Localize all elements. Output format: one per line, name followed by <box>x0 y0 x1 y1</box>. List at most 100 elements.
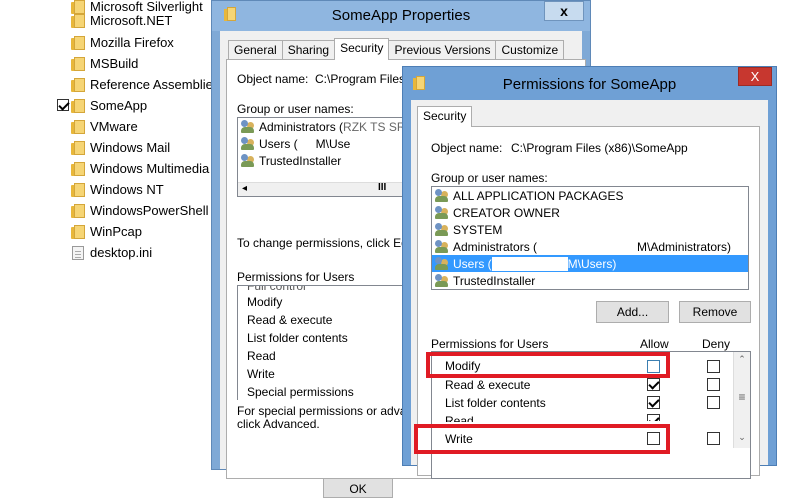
list-divider <box>237 285 238 400</box>
folder-icon <box>71 161 85 176</box>
tab-customize[interactable]: Customize <box>495 40 565 60</box>
tree-item[interactable]: Microsoft.NET <box>54 10 214 31</box>
security-tab-page: Object name: C:\Program Files (x86)\Some… <box>417 126 760 479</box>
deny-list-folder-checkbox[interactable] <box>707 396 720 409</box>
permissions-label: Permissions for Users <box>431 337 549 351</box>
users-icon <box>435 257 449 270</box>
users-icon <box>241 154 255 167</box>
group-label: Group or user names: <box>431 171 548 185</box>
perm-list-folder: List folder contents <box>445 396 546 410</box>
group-label: Group or user names: <box>237 102 354 116</box>
perm-read-execute: Read & execute <box>247 313 333 327</box>
close-button[interactable]: X <box>738 67 772 86</box>
deny-header: Deny <box>702 337 731 351</box>
users-icon <box>435 274 449 287</box>
allow-write-checkbox[interactable] <box>647 432 660 445</box>
deny-read-execute-checkbox[interactable] <box>707 378 720 391</box>
folder-icon <box>71 35 85 50</box>
list-item[interactable]: Administrators (M\Administrators) <box>432 238 748 255</box>
tree-item[interactable]: MSBuild <box>54 53 214 74</box>
ok-button[interactable]: OK <box>323 478 393 498</box>
explorer-tree: Microsoft Silverlight Microsoft.NET Mozi… <box>0 0 215 456</box>
tree-item[interactable]: WinPcap <box>54 221 214 242</box>
close-button[interactable]: x <box>544 1 584 21</box>
folder-icon <box>71 56 85 71</box>
perm-modify: Modify <box>247 295 283 309</box>
users-icon <box>435 189 449 202</box>
folder-icon <box>71 182 85 197</box>
group-listbox[interactable]: ALL APPLICATION PACKAGES CREATOR OWNER S… <box>431 186 749 290</box>
scroll-grip-icon[interactable]: ≡ <box>734 390 750 404</box>
folder-icon <box>71 119 85 134</box>
tree-item[interactable]: Mozilla Firefox <box>54 32 214 53</box>
folder-icon <box>71 203 85 218</box>
special-text-2: click Advanced. <box>237 417 320 431</box>
permissions-label: Permissions for Users <box>237 270 355 284</box>
permissions-dialog: Permissions for SomeApp X Security Objec… <box>402 66 777 479</box>
perm-write: Write <box>445 432 473 446</box>
list-item-selected[interactable]: Users (M\Users) <box>432 255 748 272</box>
object-name-value: C:\Program Files (x86)\SomeApp <box>511 141 688 155</box>
tree-item-someapp[interactable]: SomeApp <box>54 95 214 116</box>
tab-security[interactable]: Security <box>334 38 390 60</box>
change-permissions-text: To change permissions, click Edit. <box>237 236 418 250</box>
object-name-label: Object name: <box>431 141 503 155</box>
scroll-down-icon[interactable]: ⌄ <box>734 432 750 443</box>
deny-write-checkbox[interactable] <box>707 432 720 445</box>
remove-button[interactable]: Remove <box>679 301 751 323</box>
permissions-list: Modify Read & execute List folder conten… <box>431 351 751 479</box>
tree-item[interactable]: desktop.ini <box>54 242 214 263</box>
vertical-scrollbar[interactable]: ⌃ ≡ ⌄ <box>733 352 750 448</box>
tree-item[interactable]: Windows Multimedia Platform <box>54 158 214 179</box>
list-item[interactable]: SYSTEM <box>432 221 748 238</box>
deny-modify-checkbox[interactable] <box>707 360 720 373</box>
users-icon <box>435 240 449 253</box>
file-icon <box>72 245 84 260</box>
users-icon <box>435 223 449 236</box>
allow-read-checkbox[interactable] <box>647 414 660 421</box>
allow-modify-checkbox[interactable] <box>647 360 660 373</box>
tab-previous-versions[interactable]: Previous Versions <box>388 40 497 60</box>
scroll-grip-icon[interactable]: III <box>378 182 386 193</box>
perm-read: Read <box>445 414 474 428</box>
tab-general[interactable]: General <box>228 40 283 60</box>
users-icon <box>241 120 255 133</box>
item-checkbox[interactable] <box>57 99 69 111</box>
scroll-up-icon[interactable]: ⌃ <box>734 354 750 365</box>
object-name-label: Object name: <box>237 72 309 86</box>
perm-list-folder: List folder contents <box>247 331 348 345</box>
folder-icon <box>71 13 85 28</box>
list-item[interactable]: TrustedInstaller <box>432 272 748 289</box>
object-name-value: C:\Program Files <box>315 72 406 86</box>
list-item[interactable]: ALL APPLICATION PACKAGES <box>432 187 748 204</box>
allow-list-folder-checkbox[interactable] <box>647 396 660 409</box>
tree-item[interactable]: Windows NT <box>54 179 214 200</box>
tree-item[interactable]: Windows Mail <box>54 137 214 158</box>
tree-item[interactable]: WindowsPowerShell <box>54 200 214 221</box>
tab-security[interactable]: Security <box>417 106 473 127</box>
list-item[interactable]: CREATOR OWNER <box>432 204 748 221</box>
perm-read: Read <box>247 349 276 363</box>
folder-icon <box>71 224 85 239</box>
folder-icon <box>71 98 85 113</box>
permissions-title: Permissions for SomeApp <box>502 76 677 93</box>
tab-sharing[interactable]: Sharing <box>281 40 336 60</box>
scroll-left-icon[interactable]: ◂ <box>242 183 247 194</box>
users-icon <box>241 137 255 150</box>
perm-special: Special permissions <box>247 385 354 399</box>
tree-item[interactable]: VMware <box>54 116 214 137</box>
properties-tabs: General Sharing Security Previous Versio… <box>228 38 565 60</box>
allow-header: Allow <box>640 337 669 351</box>
folder-icon <box>71 140 85 155</box>
allow-read-execute-checkbox[interactable] <box>647 378 660 391</box>
tree-item[interactable]: Reference Assemblies <box>54 74 214 95</box>
special-text-1: For special permissions or advance <box>237 404 426 418</box>
permissions-body: Security Object name: C:\Program Files (… <box>411 100 768 479</box>
properties-title: SomeApp Properties <box>331 7 471 24</box>
perm-write: Write <box>247 367 275 381</box>
perm-full-control: Full control <box>247 285 306 293</box>
properties-titlebar[interactable]: SomeApp Properties x <box>212 1 590 31</box>
add-button[interactable]: Add... <box>596 301 669 323</box>
permissions-titlebar[interactable]: Permissions for SomeApp X <box>403 67 776 100</box>
folder-icon <box>71 77 85 92</box>
